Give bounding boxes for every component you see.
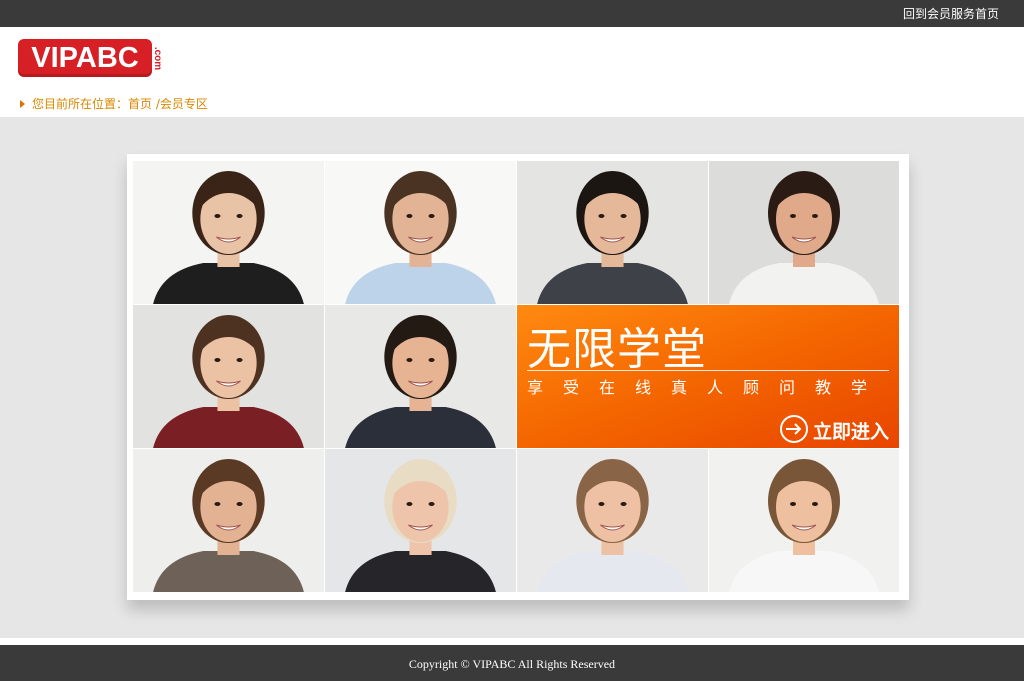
logo-suffix: .com — [152, 46, 164, 71]
promo-tile[interactable]: 无限学堂 享受在线真人顾问教学 立即进入 — [517, 305, 899, 448]
promo-divider — [527, 370, 889, 371]
breadcrumb-current-link[interactable]: 会员专区 — [160, 97, 208, 111]
portrait-cell-7 — [133, 449, 324, 592]
portrait-cell-9 — [517, 449, 708, 592]
member-home-link[interactable]: 回到会员服务首页 — [903, 5, 999, 22]
banner-frame[interactable]: 无限学堂 享受在线真人顾问教学 立即进入 — [127, 154, 909, 600]
header: VIPABC .com 您目前所在位置：首页 /会员专区 — [0, 27, 1024, 117]
consultant-portrait-10 — [709, 449, 899, 592]
consultant-portrait-2 — [325, 161, 516, 304]
main-content: 无限学堂 享受在线真人顾问教学 立即进入 — [0, 117, 1024, 638]
portrait-cell-5 — [133, 305, 324, 448]
enter-now-label: 立即进入 — [813, 421, 890, 443]
portrait-cell-8 — [325, 449, 516, 592]
consultant-portrait-4 — [709, 161, 899, 304]
portrait-cell-4 — [709, 161, 899, 304]
vipabc-logo[interactable]: VIPABC .com — [18, 39, 163, 79]
portrait-cell-3 — [517, 161, 708, 304]
logo-badge: VIPABC — [18, 39, 152, 77]
consultant-portrait-9 — [517, 449, 708, 592]
breadcrumb-prefix: 您目前所在位置： — [32, 97, 129, 111]
top-bar: 回到会员服务首页 — [0, 0, 1024, 27]
portrait-cell-1 — [133, 161, 324, 304]
promo-subtitle: 享受在线真人顾问教学 — [527, 378, 888, 397]
portrait-cell-10 — [709, 449, 899, 592]
breadcrumb: 您目前所在位置：首页 /会员专区 — [20, 95, 208, 112]
consultant-portrait-6 — [325, 305, 516, 448]
consultant-portrait-7 — [133, 449, 324, 592]
copyright-text: Copyright © VIPABC All Rights Reserved — [408, 657, 616, 671]
breadcrumb-home-link[interactable]: 首页 — [128, 97, 152, 111]
consultant-portrait-3 — [517, 161, 708, 304]
portrait-cell-6 — [325, 305, 516, 448]
consultant-portrait-8 — [325, 449, 516, 592]
footer: Copyright © VIPABC All Rights Reserved — [0, 645, 1024, 681]
consultant-portrait-1 — [133, 161, 324, 304]
portrait-cell-2 — [325, 161, 516, 304]
breadcrumb-arrow-icon — [20, 100, 25, 108]
logo-text: VIPABC — [31, 42, 139, 74]
logo-suffix-container: .com — [152, 43, 164, 77]
promo-title: 无限学堂 — [527, 324, 707, 375]
consultant-portrait-5 — [133, 305, 324, 448]
arrow-right-circle-icon — [780, 415, 808, 443]
breadcrumb-separator: / — [152, 97, 160, 111]
